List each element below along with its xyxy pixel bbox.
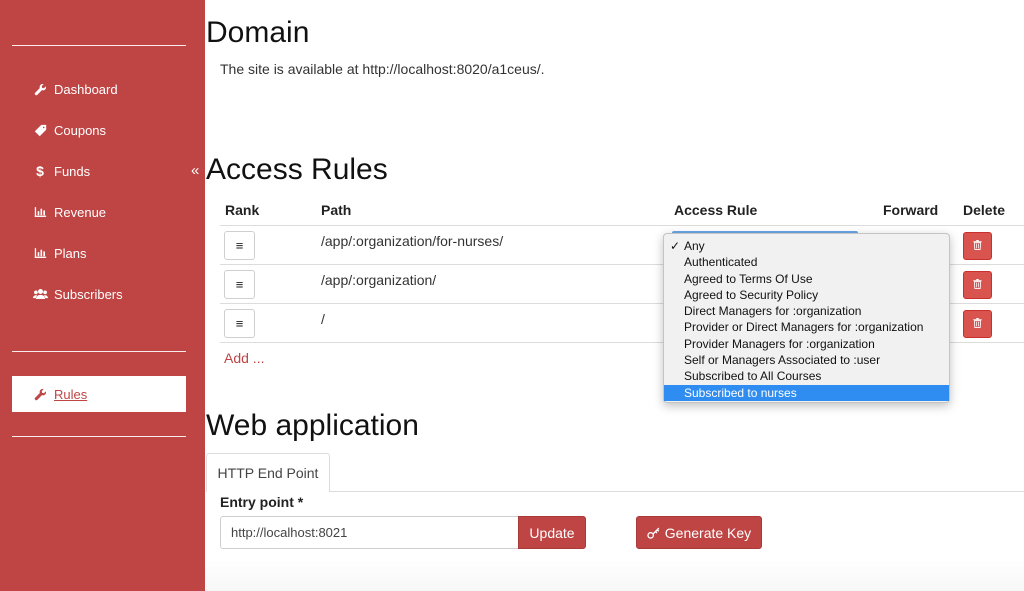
rule-path: /app/:organization/for-nurses/: [321, 233, 504, 249]
checkmark-icon: ✓: [670, 239, 681, 253]
dropdown-option[interactable]: Direct Managers for :organization: [664, 303, 949, 319]
key-icon: [647, 526, 660, 539]
column-header-delete: Delete: [963, 202, 1006, 218]
wrench-icon: [32, 83, 48, 96]
dropdown-option[interactable]: Subscribed to All Courses: [664, 368, 949, 384]
option-label: Provider Managers for :organization: [684, 336, 875, 351]
dollar-icon: $: [36, 163, 44, 179]
rank-drag-handle[interactable]: ≡: [224, 231, 255, 260]
column-header-forward: Forward: [883, 202, 939, 218]
option-label: Direct Managers for :organization: [684, 304, 862, 319]
collapse-sidebar-button[interactable]: «: [191, 162, 199, 179]
generate-key-button[interactable]: Generate Key: [636, 516, 762, 549]
update-button[interactable]: Update: [518, 516, 586, 549]
sidebar-item-label: Rules: [54, 386, 88, 402]
option-label: Subscribed to All Courses: [684, 369, 822, 384]
sidebar-item-subscribers[interactable]: Subscribers: [32, 283, 123, 305]
sidebar-item-dashboard[interactable]: Dashboard: [32, 78, 118, 100]
option-label: Provider or Direct Managers for :organiz…: [684, 320, 924, 335]
option-label: Self or Managers Associated to :user: [684, 353, 881, 368]
bar-chart-icon: [32, 247, 48, 259]
dropdown-option[interactable]: Agreed to Terms Of Use: [664, 271, 949, 287]
sidebar: Dashboard Coupons $ Funds Revenue Plans …: [0, 0, 205, 591]
delete-rule-button[interactable]: [963, 310, 992, 338]
sidebar-item-label: Plans: [54, 245, 87, 261]
sidebar-item-rules[interactable]: Rules: [12, 376, 186, 412]
column-header-access-rule: Access Rule: [674, 202, 758, 218]
dropdown-option[interactable]: Provider or Direct Managers for :organiz…: [664, 319, 949, 335]
sidebar-divider: [12, 45, 186, 46]
delete-rule-button[interactable]: [963, 271, 992, 299]
dropdown-option[interactable]: Authenticated: [664, 254, 949, 270]
rank-drag-handle[interactable]: ≡: [224, 270, 255, 299]
bar-chart-icon: [32, 206, 48, 218]
column-header-path: Path: [321, 202, 352, 218]
sidebar-item-plans[interactable]: Plans: [32, 242, 87, 264]
sidebar-item-funds[interactable]: $ Funds: [32, 160, 90, 182]
web-application-heading: Web application: [206, 409, 419, 442]
trash-icon: [973, 315, 982, 333]
rule-path: /app/:organization/: [321, 272, 437, 288]
tab-http-end-point[interactable]: HTTP End Point: [206, 453, 330, 492]
users-icon: [32, 288, 48, 300]
access-rule-dropdown: ✓ Any Authenticated Agreed to Terms Of U…: [663, 233, 950, 403]
option-label: Agreed to Security Policy: [684, 287, 819, 302]
sidebar-item-revenue[interactable]: Revenue: [32, 201, 106, 223]
sidebar-item-label: Coupons: [54, 122, 107, 138]
option-label: Any: [684, 239, 705, 253]
option-label: Subscribed to nurses: [684, 385, 797, 400]
rule-path: /: [321, 311, 325, 327]
domain-description: The site is available at http://localhos…: [220, 61, 545, 77]
dropdown-option-highlighted[interactable]: Subscribed to nurses: [664, 384, 949, 401]
dropdown-option[interactable]: Self or Managers Associated to :user: [664, 352, 949, 368]
option-label: Authenticated: [684, 255, 758, 270]
dropdown-option[interactable]: Agreed to Security Policy: [664, 287, 949, 303]
sidebar-divider: [12, 436, 186, 437]
dropdown-option-any[interactable]: ✓ Any: [664, 238, 949, 254]
ticket-icon: [32, 124, 48, 137]
wrench-icon: [32, 388, 48, 401]
access-rules-heading: Access Rules: [206, 153, 388, 186]
option-label: Agreed to Terms Of Use: [684, 271, 813, 286]
trash-icon: [973, 276, 982, 294]
tab-bar-border: [330, 491, 1024, 492]
add-rule-link[interactable]: Add ...: [224, 350, 264, 366]
sidebar-item-label: Subscribers: [54, 286, 123, 302]
page-footer-fade: [205, 560, 1024, 591]
sidebar-divider: [12, 351, 186, 352]
sidebar-item-coupons[interactable]: Coupons: [32, 119, 106, 141]
sidebar-item-label: Revenue: [54, 204, 107, 220]
table-divider: [220, 225, 1024, 226]
sidebar-item-label: Dashboard: [54, 81, 118, 97]
entry-point-input[interactable]: [220, 516, 519, 549]
dropdown-option[interactable]: Provider Managers for :organization: [664, 336, 949, 352]
trash-icon: [973, 237, 982, 255]
entry-point-label: Entry point *: [220, 494, 304, 510]
sidebar-item-label: Funds: [54, 163, 91, 179]
delete-rule-button[interactable]: [963, 232, 992, 260]
column-header-rank: Rank: [225, 202, 260, 218]
domain-heading: Domain: [206, 16, 310, 49]
rank-drag-handle[interactable]: ≡: [224, 309, 255, 338]
generate-key-label: Generate Key: [664, 524, 752, 541]
